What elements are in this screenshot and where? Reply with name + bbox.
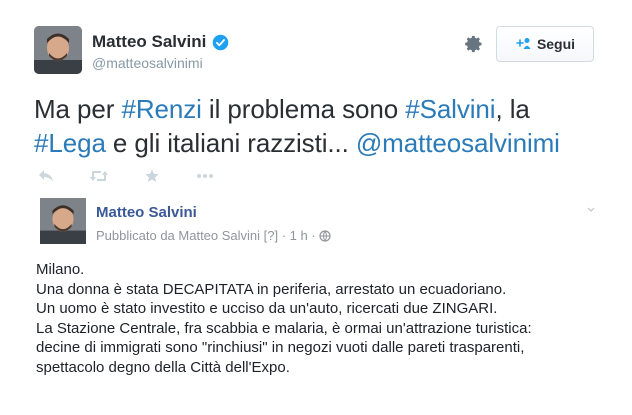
tweet-text-segment: il problema sono <box>201 94 406 124</box>
fb-body-line: Una donna è stata DECAPITATA in periferi… <box>36 280 507 298</box>
verified-badge-icon <box>212 34 229 51</box>
hashtag-link[interactable]: #Lega <box>34 128 106 158</box>
author-name[interactable]: Matteo Salvini <box>92 32 206 52</box>
add-user-icon <box>515 36 531 52</box>
favorite-icon[interactable] <box>142 167 162 185</box>
gear-icon[interactable] <box>464 34 484 54</box>
fb-body-line: Milano. <box>36 261 85 278</box>
author-handle[interactable]: @matteosalvinimi <box>92 55 229 71</box>
author-avatar[interactable] <box>34 26 82 74</box>
hashtag-link[interactable]: #Renzi <box>121 94 201 124</box>
mention-link[interactable]: @matteosalvinimi <box>356 128 560 158</box>
fb-post-meta: Pubblicato da Matteo Salvini [?] · 1 h · <box>96 228 331 243</box>
embedded-facebook-post: Matteo Salvini Pubblicato da Matteo Salv… <box>30 190 600 415</box>
tweet-text: Ma per #Renzi il problema sono #Salvini,… <box>34 92 614 160</box>
fb-body-line: Un uomo è stato investito e ucciso da un… <box>36 300 498 317</box>
tweet-text-segment: Ma per <box>34 94 122 124</box>
hashtag-link[interactable]: #Salvini <box>405 94 495 124</box>
fb-body-line: decine di immigrati sono "rinchiusi" in … <box>36 339 525 356</box>
globe-icon <box>319 229 331 242</box>
fb-post-body: Milano. Una donna è stata DECAPITATA in … <box>36 260 596 377</box>
fb-author-avatar[interactable] <box>40 198 86 244</box>
follow-button[interactable]: Segui <box>496 26 594 62</box>
fb-meta-text: Pubblicato da Matteo Salvini [?] · 1 h · <box>96 228 316 243</box>
chevron-down-icon[interactable] <box>586 202 596 212</box>
author-block: Matteo Salvini @matteosalvinimi <box>92 32 229 71</box>
fb-body-line: La Stazione Centrale, fra scabbia e mala… <box>36 319 532 337</box>
tweet-actions <box>36 166 248 186</box>
retweet-icon[interactable] <box>89 167 109 185</box>
tweet-text-segment: , la <box>495 94 530 124</box>
tweet-header: Matteo Salvini @matteosalvinimi Segui <box>34 26 600 78</box>
more-icon[interactable] <box>195 167 215 185</box>
reply-icon[interactable] <box>36 167 56 185</box>
tweet-text-segment: e gli italiani razzisti... <box>105 128 356 158</box>
fb-body-line: spettacolo degno della Città dell'Expo. <box>36 358 290 376</box>
fb-author-name[interactable]: Matteo Salvini <box>96 204 197 221</box>
follow-label: Segui <box>536 36 576 52</box>
